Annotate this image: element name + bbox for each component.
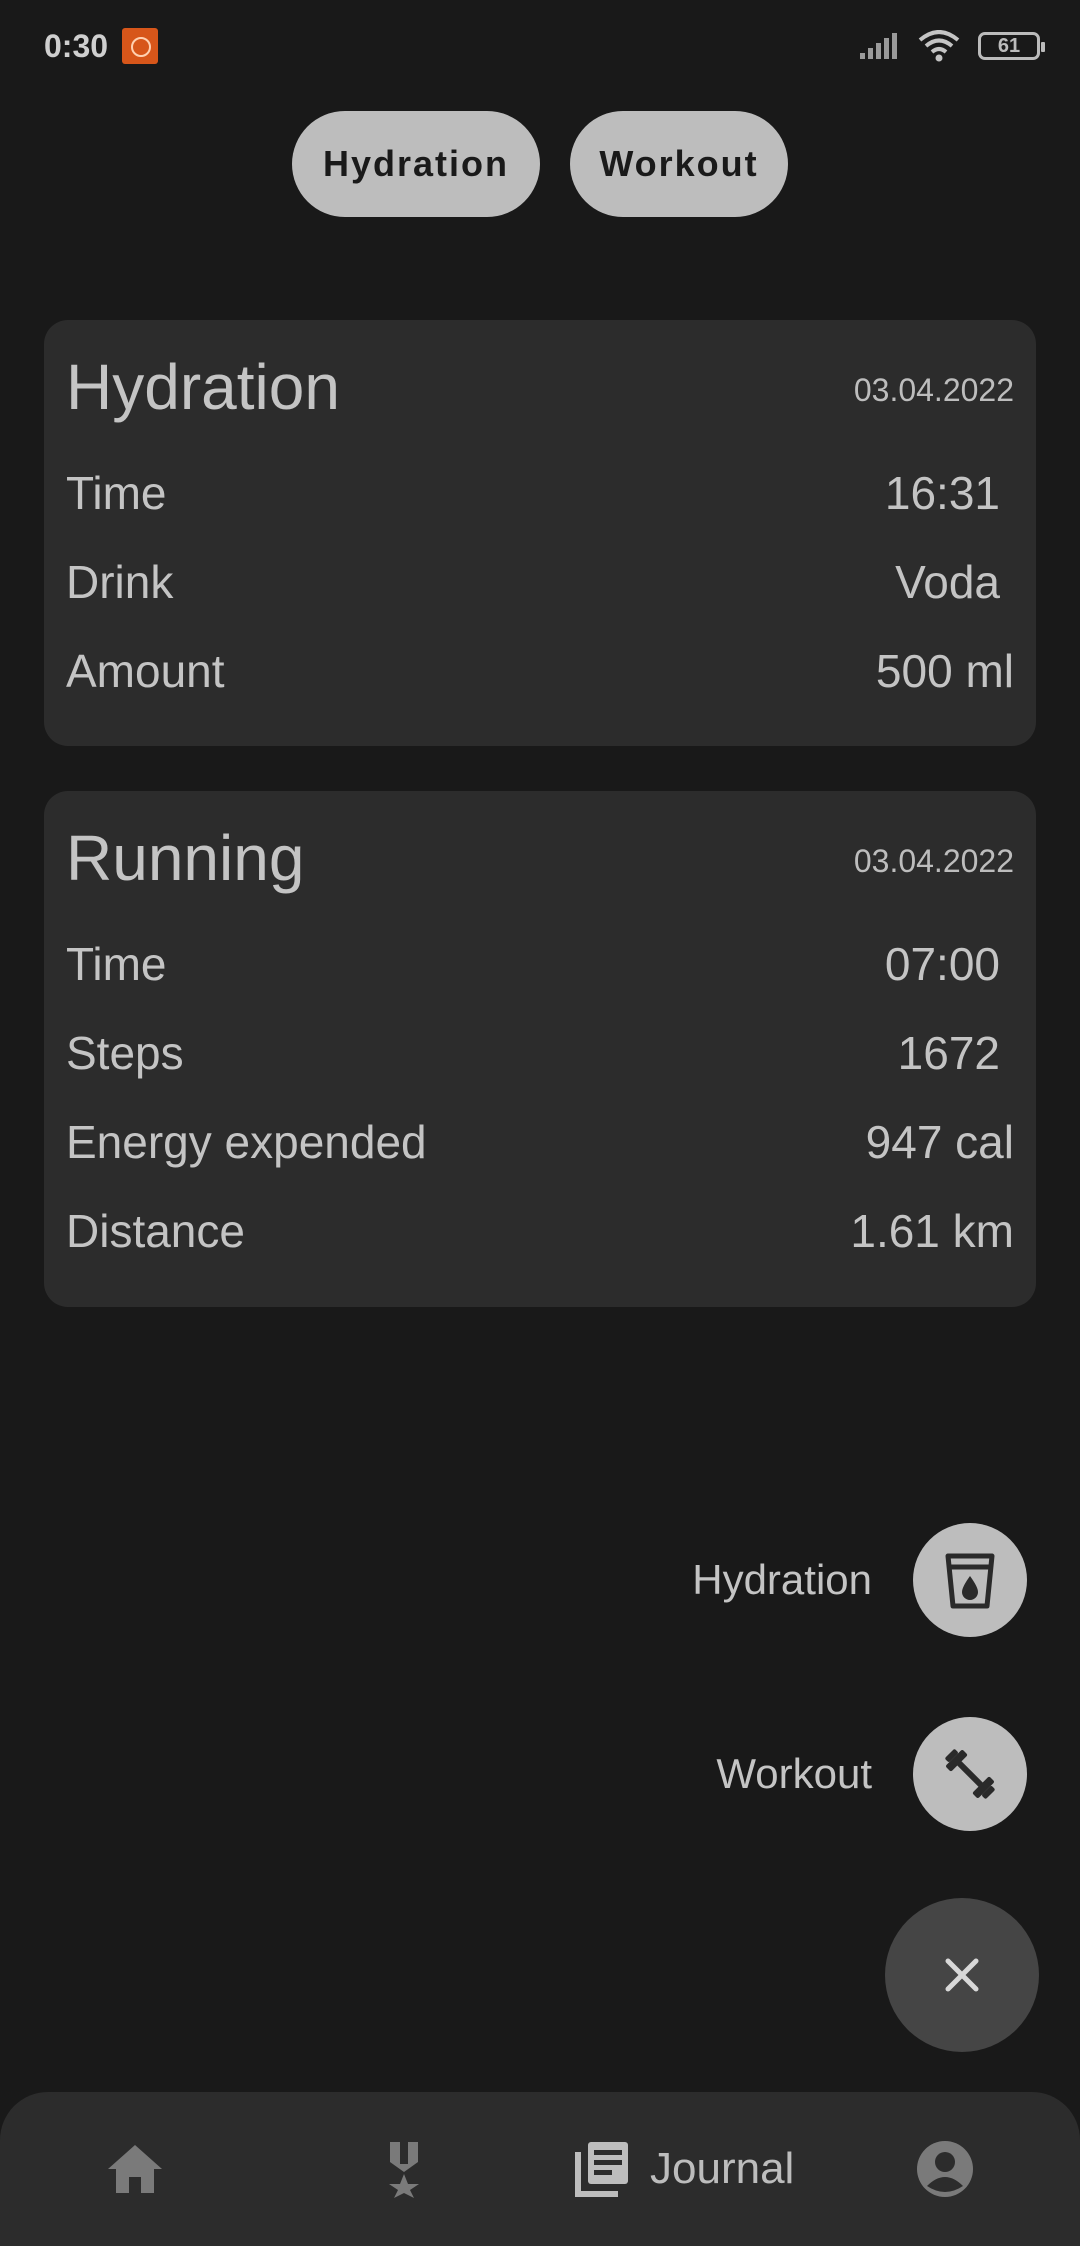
card-title: Running	[66, 822, 305, 894]
row-label-drink: Drink	[66, 556, 174, 608]
close-speed-dial-button[interactable]	[885, 1898, 1039, 2052]
row-value-drink: Voda	[895, 556, 1000, 608]
nav-journal-label: Journal	[650, 2144, 795, 2193]
row-label-steps: Steps	[66, 1027, 184, 1079]
medal-icon	[389, 2142, 419, 2198]
filter-chip-hydration[interactable]: Hydration	[292, 111, 540, 217]
nav-journal[interactable]: Journal	[574, 2138, 794, 2200]
filter-chip-workout[interactable]: Workout	[570, 111, 788, 217]
add-hydration-label[interactable]: Hydration	[692, 1556, 872, 1604]
journal-icon	[575, 2142, 628, 2197]
home-icon	[108, 2145, 162, 2193]
row-label-distance: Distance	[66, 1205, 245, 1257]
running-entry-card[interactable]: Running 03.04.2022 Time 07:00 Steps 1672…	[44, 791, 1036, 1307]
status-indicators: 61	[858, 30, 1045, 62]
row-label-amount: Amount	[66, 645, 225, 697]
status-time: 0:30	[44, 28, 109, 64]
row-label-time: Time	[66, 467, 167, 519]
dumbbell-icon	[945, 1749, 995, 1799]
row-value-amount: 500 ml	[875, 645, 1014, 697]
app-notification-icon	[122, 28, 158, 64]
row-value-steps: 1672	[897, 1027, 1000, 1079]
row-value-energy: 947 cal	[865, 1116, 1014, 1168]
add-workout-button[interactable]	[913, 1717, 1027, 1831]
row-label-energy: Energy expended	[66, 1116, 427, 1168]
bottom-navigation: Journal	[0, 2092, 1080, 2246]
water-glass-icon	[945, 1553, 995, 1609]
account-icon	[917, 2141, 973, 2197]
nav-profile[interactable]	[916, 2138, 974, 2200]
close-icon	[945, 1958, 979, 1992]
nav-home[interactable]	[106, 2138, 164, 2200]
row-value-distance: 1.61 km	[850, 1205, 1014, 1257]
battery-level: 61	[997, 34, 1021, 57]
row-value-time: 07:00	[884, 938, 1000, 990]
battery-icon: 61	[978, 32, 1045, 60]
card-date: 03.04.2022	[853, 843, 1014, 879]
hydration-entry-card[interactable]: Hydration 03.04.2022 Time 16:31 Drink Vo…	[44, 320, 1036, 746]
status-bar: 0:30 61	[0, 0, 1080, 96]
row-value-time: 16:31	[884, 467, 1000, 519]
add-workout-label[interactable]: Workout	[716, 1750, 872, 1798]
add-hydration-button[interactable]	[913, 1523, 1027, 1637]
signal-icon	[860, 33, 897, 59]
nav-achievements[interactable]	[384, 2138, 424, 2200]
card-title: Hydration	[66, 351, 340, 423]
row-label-time: Time	[66, 938, 167, 990]
filter-chips: Hydration Workout	[0, 111, 1080, 217]
card-date: 03.04.2022	[853, 372, 1014, 408]
wifi-icon	[918, 30, 960, 62]
